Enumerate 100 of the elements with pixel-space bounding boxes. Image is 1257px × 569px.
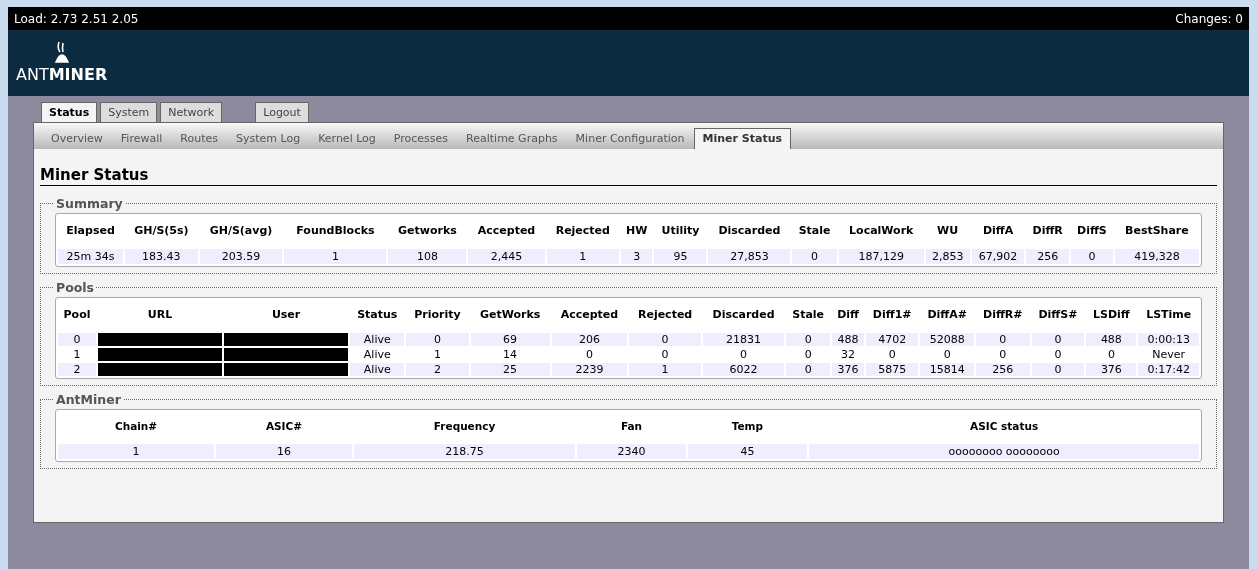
- table-cell: 2: [58, 363, 97, 376]
- column-header: Discarded: [717, 223, 782, 239]
- column-header: DiffA: [981, 223, 1015, 239]
- column-header: Temp: [730, 419, 765, 434]
- table-cell: 2: [406, 363, 469, 376]
- table-cell: 3: [620, 249, 653, 264]
- table-cell-text: 0: [739, 348, 749, 361]
- sub-tab[interactable]: Processes: [384, 128, 458, 149]
- table-cell-text: 0: [803, 348, 813, 361]
- column-header: LocalWork: [848, 223, 915, 239]
- column-header: User: [270, 307, 302, 323]
- column-header: Diff: [836, 307, 860, 323]
- table-cell: 0:00:13: [1138, 333, 1199, 346]
- table-cell: 0: [786, 333, 831, 346]
- table-cell-text: 0: [660, 348, 670, 361]
- ant-logo-icon: [53, 40, 70, 64]
- table-cell: 6022: [702, 363, 785, 376]
- column-header: Stale: [791, 307, 826, 323]
- table-cell: 2340: [577, 444, 686, 459]
- column-header: Discarded: [711, 307, 776, 323]
- sub-tab[interactable]: Realtime Graphs: [457, 128, 567, 149]
- column-header: Rejected: [554, 223, 611, 239]
- column-header: ASIC status: [969, 419, 1040, 434]
- table-cell: 0: [58, 333, 97, 346]
- table-cell: 0: [976, 333, 1030, 346]
- column-header: GetWorks: [478, 307, 542, 323]
- table-cell: 419,328: [1114, 249, 1199, 264]
- column-header: Status: [356, 307, 399, 323]
- table-cell: Alive: [350, 333, 405, 346]
- column-header: Fan: [619, 419, 643, 434]
- column-header: BestShare: [1124, 223, 1190, 239]
- section-legend: Pools: [54, 280, 97, 295]
- column-header: Accepted: [559, 307, 620, 323]
- table-cell-text: 0: [942, 348, 952, 361]
- table-cell-text: 0: [887, 348, 897, 361]
- column-header: DiffR#: [982, 307, 1024, 323]
- column-header: Frequency: [432, 419, 497, 434]
- column-header: WU: [936, 223, 960, 239]
- nav-tab[interactable]: Network: [160, 102, 223, 122]
- table-cell-text: Never: [1151, 348, 1187, 361]
- sub-tab[interactable]: Routes: [171, 128, 227, 149]
- column-header: Pool: [62, 307, 92, 323]
- page-heading: Miner Status: [40, 166, 1217, 186]
- load-average: Load: 2.73 2.51 2.05: [14, 11, 139, 26]
- table-cell: 4702: [865, 333, 919, 346]
- table-cell: 67,902: [971, 249, 1025, 264]
- table-cell: 376: [1086, 363, 1137, 376]
- table-cell: 0:17:42: [1138, 363, 1199, 376]
- table-cell: Alive: [350, 363, 405, 376]
- table-cell: 203.59: [199, 249, 283, 264]
- table-cell-text: Alive: [362, 348, 392, 361]
- table-cell-text: 32: [840, 348, 857, 361]
- table-cell: 1: [629, 363, 701, 376]
- table-cell: 376: [832, 363, 864, 376]
- column-header: Elapsed: [65, 223, 116, 239]
- table-cell: 206: [551, 333, 628, 346]
- nav-tab[interactable]: Status: [41, 102, 98, 122]
- sub-tab[interactable]: Miner Configuration: [566, 128, 694, 149]
- column-header: LSDiff: [1092, 307, 1131, 323]
- table-cell: 256: [1026, 249, 1069, 264]
- table-cell: 1: [546, 249, 619, 264]
- table-cell: 25: [470, 363, 550, 376]
- table-cell: 0: [629, 333, 701, 346]
- sub-tab[interactable]: Kernel Log: [309, 128, 385, 149]
- table-cell: 25m 34s: [58, 249, 124, 264]
- nav-tab[interactable]: Logout: [255, 102, 309, 122]
- column-header: FoundBlocks: [295, 223, 376, 239]
- column-header: DiffS: [1076, 223, 1108, 239]
- column-header: Getworks: [397, 223, 458, 239]
- table-cell: 0: [406, 333, 469, 346]
- table-cell: 0: [786, 363, 831, 376]
- column-header: Priority: [413, 307, 462, 323]
- table-cell: 0: [1031, 363, 1085, 376]
- column-header: Rejected: [636, 307, 694, 323]
- nav-tab[interactable]: System: [100, 102, 158, 122]
- table-cell: 488: [832, 333, 864, 346]
- changes-counter[interactable]: Changes: 0: [1175, 11, 1243, 26]
- column-header: HW: [625, 223, 649, 239]
- table-cell: 2239: [551, 363, 628, 376]
- table-cell: 218.75: [353, 444, 576, 459]
- table-cell-text: 0: [998, 348, 1008, 361]
- section-legend: AntMiner: [54, 392, 123, 407]
- column-header: Stale: [797, 223, 832, 239]
- table-cell: 15814: [920, 363, 974, 376]
- column-header: URL: [146, 307, 174, 323]
- sub-tab[interactable]: System Log: [226, 128, 310, 149]
- table-cell-text: 1: [72, 348, 82, 361]
- sub-tab[interactable]: Overview: [42, 128, 112, 149]
- column-header: Chain#: [114, 419, 159, 434]
- table-cell: 1: [284, 249, 387, 264]
- sub-tab[interactable]: Miner Status: [693, 128, 792, 149]
- table-cell-text: 0: [584, 348, 594, 361]
- table-cell-text: 1: [433, 348, 442, 361]
- table-cell: 69: [470, 333, 550, 346]
- table-cell: 256: [976, 363, 1030, 376]
- column-header: DiffS#: [1037, 307, 1079, 323]
- table-cell: 0: [792, 249, 837, 264]
- sub-tab[interactable]: Firewall: [111, 128, 172, 149]
- table-cell-text: 14: [502, 348, 519, 361]
- column-header: GH/S(avg): [208, 223, 274, 239]
